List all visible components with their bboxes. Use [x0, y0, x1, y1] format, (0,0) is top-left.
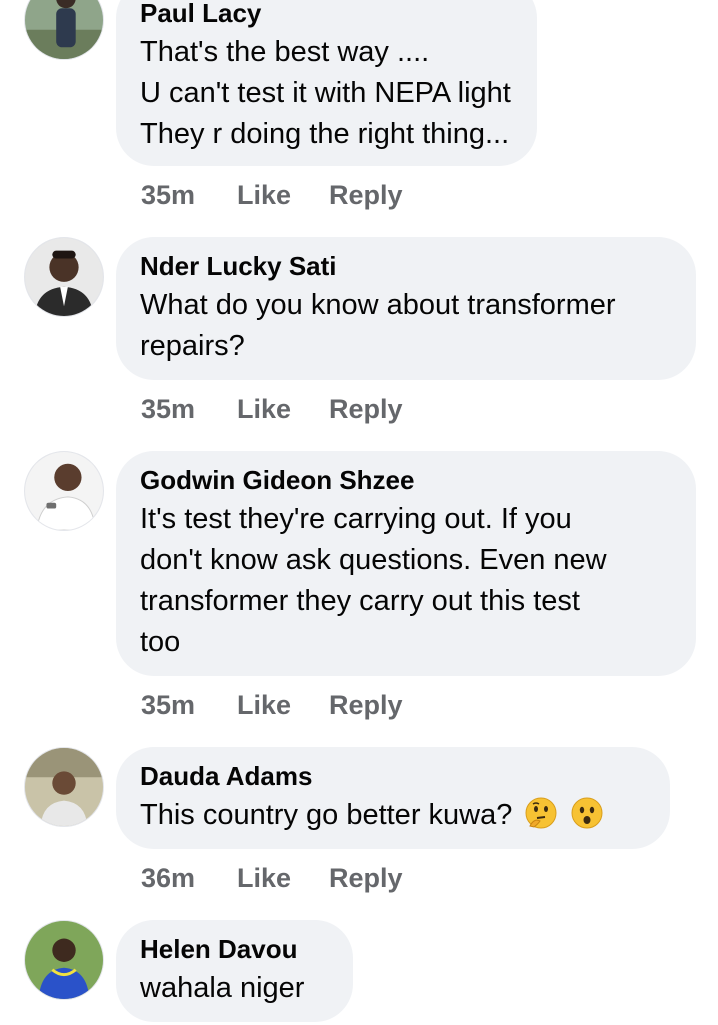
like-button[interactable]: Like — [237, 180, 329, 211]
like-button[interactable]: Like — [237, 394, 329, 425]
comment-text-line: U can't test it with NEPA light — [140, 77, 511, 109]
comments-feed: Paul Lacy That's the best way .... U can… — [0, 0, 718, 1025]
comment-author[interactable]: Godwin Gideon Shzee — [140, 465, 670, 495]
comment-bubble: Helen Davou wahala niger — [116, 920, 353, 1022]
comment-text-line: too — [140, 626, 181, 658]
comment-timestamp[interactable]: 35m — [141, 180, 237, 211]
comment-actions: 35m Like Reply — [141, 392, 403, 426]
astonished-face-icon — [571, 797, 603, 829]
reply-button[interactable]: Reply — [329, 863, 403, 894]
comment-text-line: repairs? — [140, 330, 245, 362]
avatar[interactable] — [24, 747, 104, 827]
comment-text-line: They r doing the right thing... — [140, 118, 510, 150]
comment-actions: 35m Like Reply — [141, 688, 403, 722]
person-portrait-icon — [25, 238, 103, 316]
comment-author[interactable]: Nder Lucky Sati — [140, 251, 670, 281]
comment-timestamp[interactable]: 36m — [141, 863, 237, 894]
comment-bubble: Nder Lucky Sati What do you know about t… — [116, 237, 696, 380]
reply-button[interactable]: Reply — [329, 394, 403, 425]
person-portrait-icon — [25, 748, 103, 826]
comment-text: This country go better kuwa? — [140, 799, 513, 831]
person-portrait-icon — [25, 921, 103, 999]
like-button[interactable]: Like — [237, 863, 329, 894]
reply-button[interactable]: Reply — [329, 180, 403, 211]
comment-author[interactable]: Paul Lacy — [140, 0, 511, 28]
comment-text-line: transformer they carry out this test — [140, 585, 580, 617]
comment-text-line: don't know ask questions. Even new — [140, 544, 607, 576]
comment-text-line: wahala niger — [140, 972, 305, 1004]
comment-text-line: What do you know about transformer — [140, 289, 616, 321]
comment-text-line: This country go better kuwa? — [140, 795, 644, 836]
avatar[interactable] — [24, 0, 104, 60]
comment-text-line: That's the best way .... — [140, 36, 430, 68]
comment-bubble: Dauda Adams This country go better kuwa? — [116, 747, 670, 849]
comment-text-line: It's test they're carrying out. If you — [140, 503, 572, 535]
thinking-face-icon — [525, 797, 557, 829]
comment-actions: 35m Like Reply — [141, 178, 403, 212]
comment-bubble: Godwin Gideon Shzee It's test they're ca… — [116, 451, 696, 676]
comment-timestamp[interactable]: 35m — [141, 394, 237, 425]
like-button[interactable]: Like — [237, 690, 329, 721]
avatar[interactable] — [24, 237, 104, 317]
person-portrait-icon — [25, 452, 103, 530]
comment-bubble: Paul Lacy That's the best way .... U can… — [116, 0, 537, 166]
comment-author[interactable]: Dauda Adams — [140, 761, 644, 791]
comment-actions: 36m Like Reply — [141, 861, 403, 895]
reply-button[interactable]: Reply — [329, 690, 403, 721]
person-silhouette-icon — [25, 0, 103, 59]
comment-timestamp[interactable]: 35m — [141, 690, 237, 721]
avatar[interactable] — [24, 920, 104, 1000]
avatar[interactable] — [24, 451, 104, 531]
comment-author[interactable]: Helen Davou — [140, 934, 327, 964]
